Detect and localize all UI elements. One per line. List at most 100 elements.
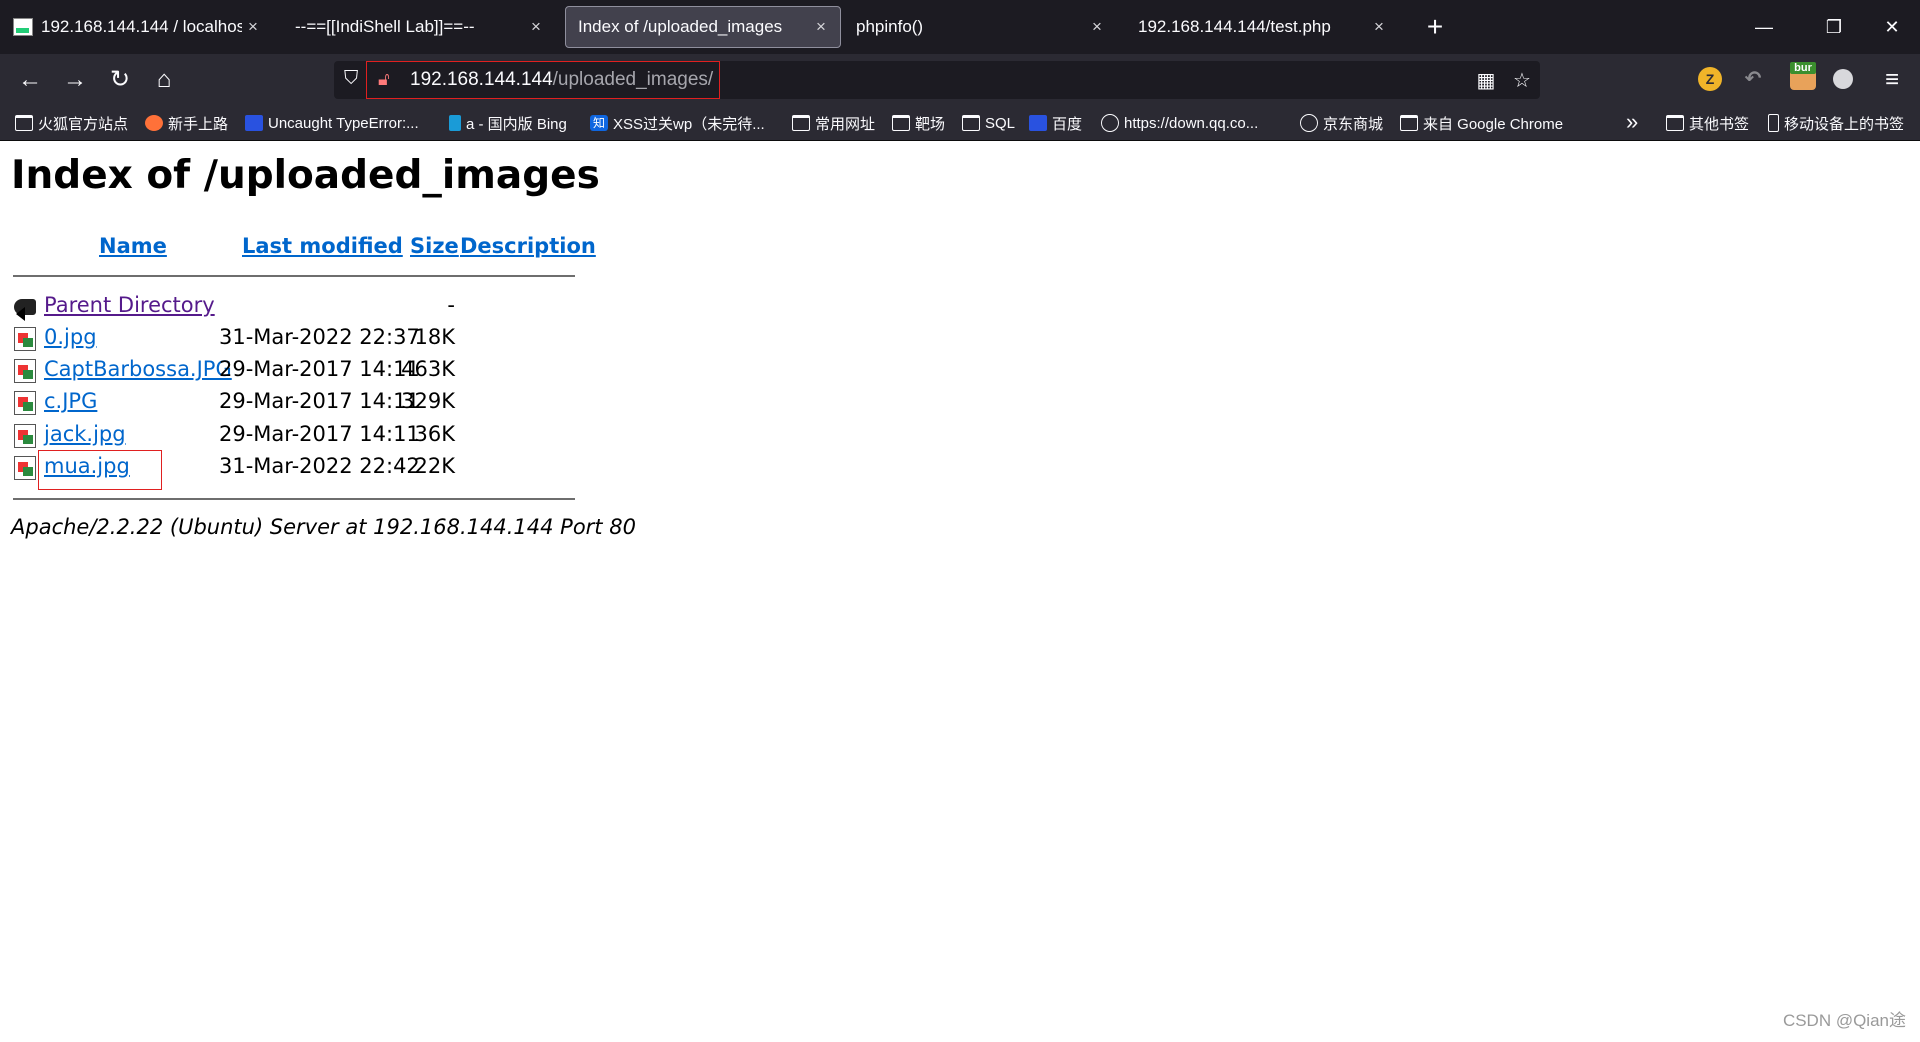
- table-row: mua.jpg 31-Mar-2022 22:42 22K: [0, 450, 600, 490]
- globe-extension-icon[interactable]: [1833, 69, 1853, 89]
- url-text[interactable]: 192.168.144.144/uploaded_images/: [410, 69, 713, 91]
- close-tab-icon[interactable]: ×: [810, 17, 832, 37]
- file-size: 329K: [401, 389, 455, 413]
- file-size: 36K: [414, 422, 456, 446]
- bookmark-folder-range[interactable]: 靶场: [892, 111, 945, 135]
- table-row: 0.jpg 31-Mar-2022 22:37 18K: [0, 323, 600, 355]
- bookmark-label: 靶场: [915, 115, 946, 133]
- firefox-icon: [145, 115, 163, 131]
- tab-title: --==[[IndiShell Lab]]==--: [295, 17, 475, 36]
- tab-title: phpinfo(): [856, 17, 924, 36]
- menu-icon[interactable]: ≡: [1874, 62, 1910, 98]
- bookmark-folder-sql[interactable]: SQL: [962, 111, 1015, 135]
- header-divider: [13, 275, 575, 277]
- bing-icon: [449, 115, 461, 131]
- bookmark-label: 火狐官方站点: [38, 115, 129, 133]
- sort-by-description-link[interactable]: Description: [460, 234, 596, 258]
- bookmark-label: 新手上路: [168, 115, 229, 133]
- folder-icon: [962, 115, 980, 131]
- globe-icon: [1300, 114, 1318, 132]
- url-path: /uploaded_images/: [552, 69, 714, 90]
- forward-button[interactable]: →: [57, 62, 93, 98]
- bookmark-bing[interactable]: a - 国内版 Bing: [449, 111, 567, 135]
- globe-icon: [1101, 114, 1119, 132]
- image-file-icon: [14, 391, 36, 415]
- file-size: 463K: [401, 357, 455, 381]
- burp-label: bur: [1790, 62, 1816, 74]
- mobile-device-icon: [1768, 114, 1779, 132]
- minimize-button[interactable]: —: [1736, 0, 1792, 54]
- restore-button[interactable]: ❐: [1806, 0, 1862, 54]
- close-tab-icon[interactable]: ×: [242, 17, 264, 37]
- file-link[interactable]: c.JPG: [44, 389, 97, 413]
- sort-by-modified-link[interactable]: Last modified: [242, 234, 403, 258]
- table-row: c.JPG 29-Mar-2017 14:11 329K: [0, 387, 600, 419]
- bookmark-label: 来自 Google Chrome: [1423, 115, 1564, 133]
- folder-icon: [1400, 115, 1418, 131]
- paw-icon: [1029, 115, 1047, 131]
- file-link[interactable]: CaptBarbossa.JPG: [44, 357, 232, 381]
- burp-extension-icon[interactable]: bur: [1790, 62, 1816, 90]
- bookmark-star-icon[interactable]: ☆: [1510, 69, 1534, 93]
- bookmark-getting-started[interactable]: 新手上路: [145, 111, 228, 135]
- table-row: CaptBarbossa.JPG 29-Mar-2017 14:11 463K: [0, 355, 600, 387]
- undo-extension-icon[interactable]: ↶: [1741, 67, 1765, 91]
- bookmark-folder-other[interactable]: 其他书签: [1666, 111, 1749, 135]
- parent-directory-link[interactable]: Parent Directory: [44, 293, 215, 317]
- bookmarks-bar: 火狐官方站点 新手上路 Uncaught TypeError:... a - 国…: [0, 105, 1920, 141]
- page-title: Index of /uploaded_images: [11, 153, 600, 198]
- tab-indishell[interactable]: --==[[IndiShell Lab]]==-- ×: [283, 6, 555, 48]
- bookmark-label: https://down.qq.co...: [1124, 114, 1259, 132]
- bookmark-label: 京东商城: [1323, 115, 1384, 133]
- bookmark-uncaught-typeerror[interactable]: Uncaught TypeError:...: [245, 111, 419, 135]
- qr-code-icon[interactable]: ▦: [1474, 69, 1498, 93]
- z-extension-icon[interactable]: Z: [1698, 67, 1722, 91]
- bookmark-down-qq[interactable]: https://down.qq.co...: [1101, 111, 1258, 135]
- tab-phpinfo[interactable]: phpinfo() ×: [844, 6, 1116, 48]
- close-tab-icon[interactable]: ×: [525, 17, 547, 37]
- bookmark-folder-mobile[interactable]: 移动设备上的书签: [1768, 111, 1904, 135]
- close-window-button[interactable]: ✕: [1864, 0, 1920, 54]
- reload-button[interactable]: ↻: [102, 62, 138, 98]
- bookmark-folder-common-sites[interactable]: 常用网址: [792, 111, 875, 135]
- new-tab-button[interactable]: +: [1418, 10, 1452, 44]
- insecure-lock-icon[interactable]: 🔓︎: [378, 69, 390, 89]
- tab-uploaded-images[interactable]: Index of /uploaded_images ×: [565, 6, 841, 48]
- folder-icon: [892, 115, 910, 131]
- close-tab-icon[interactable]: ×: [1086, 17, 1108, 37]
- bookmark-label: Uncaught TypeError:...: [268, 114, 419, 132]
- image-file-icon: [14, 424, 36, 448]
- url-host: 192.168.144.144: [410, 69, 553, 90]
- bookmark-label: 百度: [1052, 115, 1083, 133]
- image-file-icon: [14, 327, 36, 351]
- bookmark-firefox-official[interactable]: 火狐官方站点: [15, 111, 128, 135]
- paw-icon: [245, 115, 263, 131]
- bookmark-label: 常用网址: [815, 115, 876, 133]
- tab-title: 192.168.144.144 / localhost /: [41, 17, 242, 36]
- bookmark-folder-chrome-import[interactable]: 来自 Google Chrome: [1400, 111, 1563, 135]
- bookmark-jd[interactable]: 京东商城: [1300, 111, 1383, 135]
- chevron-double-right-icon[interactable]: »: [1626, 109, 1638, 135]
- tab-test-php[interactable]: 192.168.144.144/test.php ×: [1126, 6, 1398, 48]
- url-bar[interactable]: ⛉ 🔓︎ 192.168.144.144/uploaded_images/ ▦ …: [334, 61, 1540, 99]
- tab-title: 192.168.144.144/test.php: [1138, 17, 1331, 36]
- sort-by-size-link[interactable]: Size: [410, 234, 459, 258]
- sort-by-name-link[interactable]: Name: [99, 234, 167, 258]
- file-link[interactable]: 0.jpg: [44, 325, 97, 349]
- file-size: 18K: [414, 325, 456, 349]
- home-button[interactable]: ⌂: [146, 62, 182, 98]
- zhihu-icon: 知: [590, 115, 608, 131]
- file-link[interactable]: jack.jpg: [44, 422, 126, 446]
- bookmark-xss-wp[interactable]: 知 XSS过关wp（未完待...: [590, 111, 765, 135]
- back-button[interactable]: ←: [12, 62, 48, 98]
- server-signature: Apache/2.2.22 (Ubuntu) Server at 192.168…: [11, 515, 636, 539]
- bookmark-baidu[interactable]: 百度: [1029, 111, 1082, 135]
- bookmark-label: 其他书签: [1689, 115, 1750, 133]
- tab-phpmyadmin[interactable]: 192.168.144.144 / localhost / ×: [0, 6, 272, 48]
- tab-strip: 192.168.144.144 / localhost / × --==[[In…: [0, 0, 1920, 54]
- tab-title: Index of /uploaded_images: [578, 17, 783, 36]
- close-tab-icon[interactable]: ×: [1368, 17, 1390, 37]
- phpmyadmin-icon: [13, 18, 33, 36]
- folder-icon: [15, 115, 33, 131]
- shield-icon[interactable]: ⛉: [344, 69, 361, 89]
